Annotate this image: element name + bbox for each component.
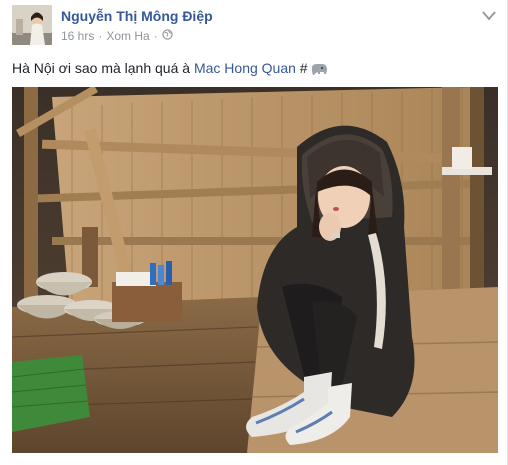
mention-link[interactable]: Mac Hong Quan	[194, 60, 296, 76]
author-avatar[interactable]	[12, 5, 52, 45]
chevron-down-icon[interactable]	[481, 9, 497, 23]
post-location-link[interactable]: Xom Ha	[106, 29, 149, 43]
hashtag-symbol: #	[295, 60, 308, 76]
meta-separator: ·	[98, 29, 103, 43]
elephant-emoji-icon	[310, 62, 328, 79]
globe-icon[interactable]	[162, 29, 173, 43]
post-text: Hà Nội ơi sao mà lạnh quá à Mac Hong Qua…	[12, 60, 328, 79]
feed-post: Nguyễn Thị Mông Điệp 16 hrs · Xom Ha · H…	[0, 0, 508, 465]
post-photo[interactable]	[12, 87, 498, 453]
post-text-body: Hà Nội ơi sao mà lạnh quá à	[12, 60, 194, 76]
meta-separator-2: ·	[153, 29, 158, 43]
post-timestamp-link[interactable]: 16 hrs	[61, 29, 94, 43]
author-name-link[interactable]: Nguyễn Thị Mông Điệp	[61, 8, 213, 24]
post-meta: 16 hrs · Xom Ha ·	[61, 29, 173, 43]
